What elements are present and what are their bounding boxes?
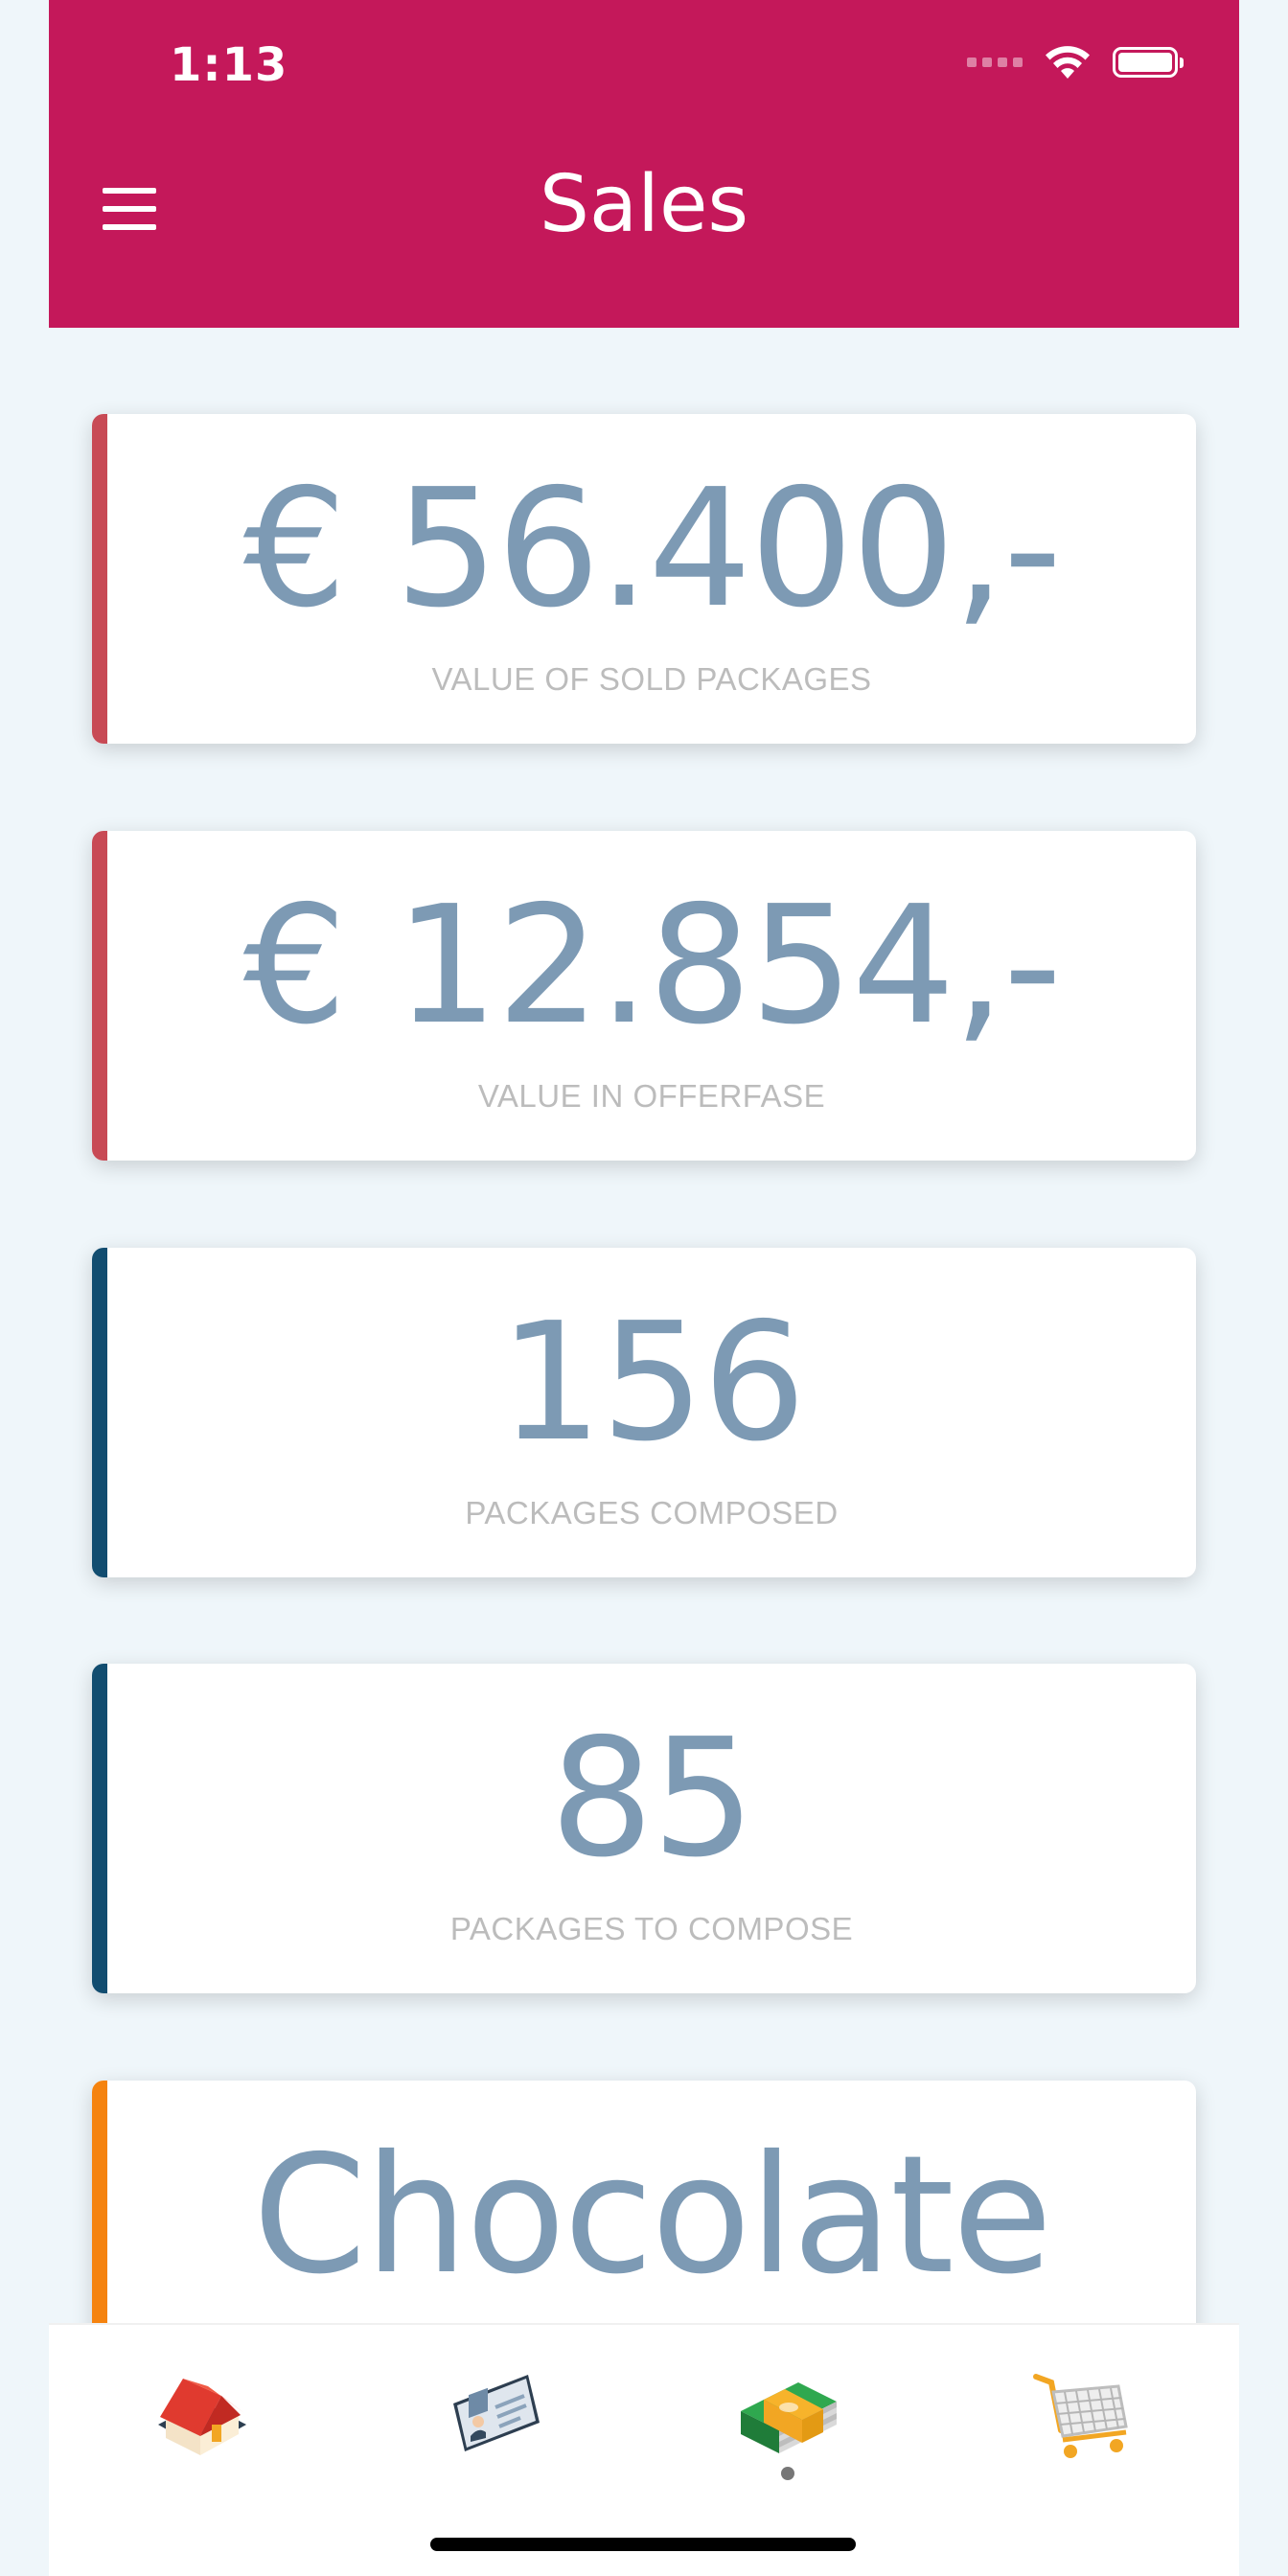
stat-card-offer-value[interactable]: € 12.854,- VALUE IN OFFERFASE	[92, 831, 1196, 1161]
money-stack-icon	[741, 2382, 837, 2453]
stat-card-sold-value[interactable]: € 56.400,- VALUE OF SOLD PACKAGES	[92, 414, 1196, 744]
home-icon	[158, 2379, 246, 2455]
bottom-tab-bar	[49, 2323, 1239, 2576]
stat-label: PACKAGES COMPOSED	[465, 1495, 839, 1530]
stat-value: Chocolate	[252, 2121, 1053, 2311]
card-accent-bar	[92, 1664, 107, 1993]
stat-card-packages-to-compose[interactable]: 85 PACKAGES TO COMPOSE	[92, 1664, 1196, 1993]
card-accent-bar	[92, 414, 107, 744]
battery-icon	[1113, 47, 1184, 78]
wifi-icon	[1046, 46, 1090, 79]
app-screen: 1:13 Sales € 56.400,- VALUE OF SOLD PACK…	[49, 0, 1239, 2576]
page-title: Sales	[539, 159, 749, 250]
signal-dots-icon	[967, 58, 1023, 67]
stat-label: PACKAGES TO COMPOSE	[449, 1911, 854, 1946]
stat-value: 85	[549, 1704, 755, 1894]
stat-value: 156	[498, 1288, 806, 1478]
status-time: 1:13	[170, 38, 288, 92]
tab-home[interactable]	[145, 2354, 260, 2469]
shopping-cart-icon	[1033, 2374, 1128, 2458]
card-accent-bar	[92, 831, 107, 1161]
stat-value: € 12.854,-	[242, 871, 1062, 1061]
id-card-icon	[453, 2375, 540, 2451]
stat-label: VALUE IN OFFERFASE	[477, 1078, 826, 1114]
stat-label: VALUE OF SOLD PACKAGES	[431, 661, 872, 697]
home-indicator[interactable]	[430, 2538, 856, 2551]
card-accent-bar	[92, 1248, 107, 1577]
stat-card-packages-composed[interactable]: 156 PACKAGES COMPOSED	[92, 1248, 1196, 1577]
tab-contacts[interactable]	[440, 2354, 555, 2469]
app-header: 1:13 Sales	[49, 0, 1239, 328]
active-tab-indicator	[781, 2467, 794, 2480]
tab-cart[interactable]	[1026, 2354, 1141, 2469]
status-icons	[967, 44, 1184, 80]
stat-value: € 56.400,-	[242, 454, 1062, 644]
tab-sales[interactable]	[731, 2354, 846, 2469]
